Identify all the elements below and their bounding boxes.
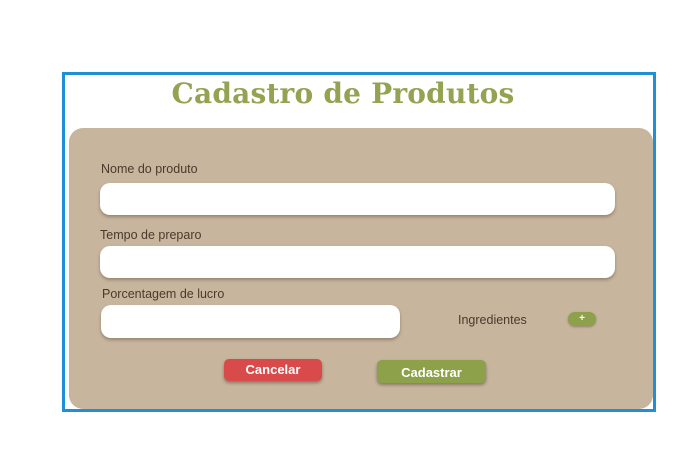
form-panel: Nome do produto Tempo de preparo Porcent… [69, 128, 653, 409]
submit-button[interactable]: Cadastrar [377, 360, 486, 383]
ingredients-label: Ingredientes [458, 313, 527, 327]
product-name-label: Nome do produto [101, 162, 198, 176]
prep-time-input[interactable] [100, 246, 615, 278]
form-frame: Cadastro de Produtos Nome do produto Tem… [62, 72, 656, 412]
cancel-button[interactable]: Cancelar [224, 359, 322, 381]
profit-percentage-input[interactable] [101, 305, 400, 338]
profit-percentage-label: Porcentagem de lucro [102, 287, 225, 301]
product-name-input[interactable] [100, 183, 615, 215]
add-ingredient-button[interactable]: + [568, 312, 596, 326]
prep-time-label: Tempo de preparo [100, 228, 202, 242]
page-title: Cadastro de Produtos [171, 77, 515, 110]
